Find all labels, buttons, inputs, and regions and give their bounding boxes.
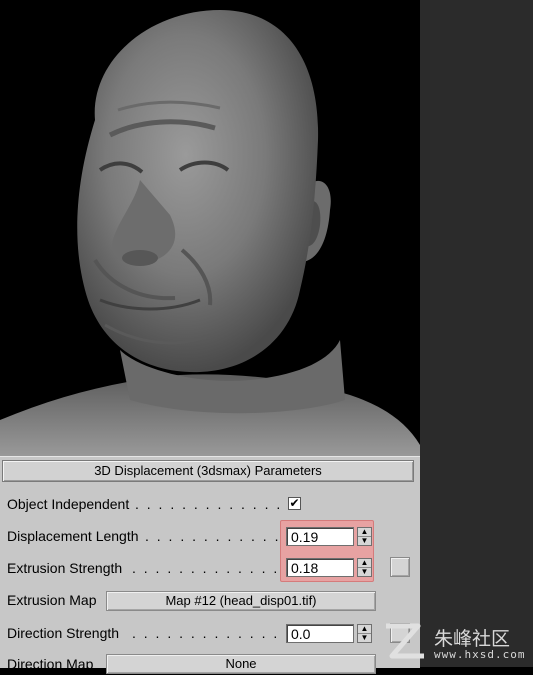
spinner-down-icon[interactable]: ▼ xyxy=(358,537,371,545)
direction-strength-spinner[interactable]: ▲ ▼ xyxy=(357,624,372,643)
extrusion-strength-label: Extrusion Strength xyxy=(7,560,123,576)
side-panel xyxy=(420,0,533,667)
displacement-length-input[interactable]: 0.19 xyxy=(286,527,354,546)
spinner-down-icon[interactable]: ▼ xyxy=(358,634,371,642)
watermark-logo-icon xyxy=(386,623,424,659)
render-viewport xyxy=(0,0,420,460)
extrusion-strength-map-button[interactable] xyxy=(390,557,410,577)
extrusion-strength-spinner[interactable]: ▲ ▼ xyxy=(357,558,372,577)
dot-leader: . . . . . . . . . . . . . . . . . . . . xyxy=(132,625,287,641)
direction-map-label: Direction Map xyxy=(7,656,94,672)
direction-map-button[interactable]: None xyxy=(106,654,376,674)
watermark-brand-text: 朱峰社区 xyxy=(434,628,511,650)
displacement-length-row: Displacement Length . . . . . . . . . . … xyxy=(7,525,297,547)
direction-strength-row: Direction Strength . . . . . . . . . . .… xyxy=(7,622,297,644)
extrusion-map-button[interactable]: Map #12 (head_disp01.tif) xyxy=(106,591,376,611)
extrusion-map-row: Extrusion Map xyxy=(7,589,107,611)
direction-map-row: Direction Map xyxy=(7,653,107,675)
object-independent-row: Object Independent . . . . . . . . . . .… xyxy=(7,493,307,515)
direction-strength-label: Direction Strength xyxy=(7,625,120,641)
extrusion-map-label: Extrusion Map xyxy=(7,592,97,608)
watermark-url-text: www.hxsd.com xyxy=(434,648,526,661)
spinner-down-icon[interactable]: ▼ xyxy=(358,568,371,576)
rollout-title-bar[interactable]: 3D Displacement (3dsmax) Parameters xyxy=(2,460,414,482)
head-render-image xyxy=(0,10,420,460)
direction-strength-input[interactable]: 0.0 xyxy=(286,624,354,643)
extrusion-strength-row: Extrusion Strength . . . . . . . . . . .… xyxy=(7,557,297,579)
parameters-rollout: 3D Displacement (3dsmax) Parameters Obje… xyxy=(0,456,420,674)
watermark: 朱峰社区 www.hxsd.com xyxy=(378,618,533,667)
displacement-length-label: Displacement Length xyxy=(7,528,139,544)
dot-leader: . . . . . . . . . . . . . . . . . . . xyxy=(135,496,290,512)
displacement-length-spinner[interactable]: ▲ ▼ xyxy=(357,527,372,546)
object-independent-checkbox[interactable]: ✔ xyxy=(288,497,301,510)
dot-leader: . . . . . . . . . . . . . . . . . . xyxy=(145,528,285,544)
object-independent-label: Object Independent xyxy=(7,496,130,512)
dot-leader: . . . . . . . . . . . . . . . . . . . . xyxy=(132,560,287,576)
extrusion-strength-input[interactable]: 0.18 xyxy=(286,558,354,577)
